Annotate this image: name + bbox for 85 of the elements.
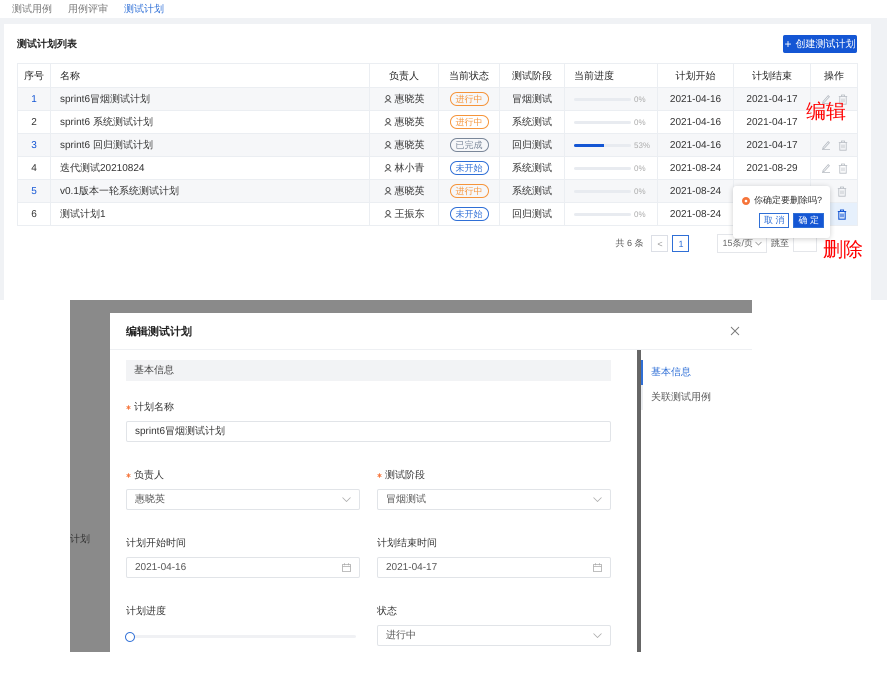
table-cell: 2021-08-24 — [658, 180, 734, 202]
field-label: 计划名称 — [134, 400, 174, 414]
table-cell: sprint6冒烟测试计划 — [50, 88, 370, 110]
field-label: 测试阶段 — [385, 468, 425, 482]
column-header: 名称 — [50, 64, 370, 88]
nav-tab[interactable]: 测试计划 — [118, 2, 170, 16]
section-header: 基本信息 — [126, 360, 611, 381]
input-field[interactable]: sprint6冒烟测试计划 — [126, 421, 611, 442]
confirm-button[interactable]: 确 定 — [793, 213, 824, 228]
nav-tab[interactable]: 测试用例 — [6, 2, 58, 16]
user-icon — [384, 187, 392, 195]
cancel-button[interactable]: 取 消 — [758, 213, 790, 228]
table-cell: 2021-04-16 — [658, 88, 734, 110]
owner-name: 惠晓英 — [394, 92, 424, 106]
table-cell: 2021-04-17 — [734, 134, 810, 156]
list-title: 测试计划列表 — [17, 38, 77, 50]
progress-reading: 0% — [634, 118, 646, 126]
jump-label: 跳至 — [771, 237, 789, 250]
owner-name: 惠晓英 — [394, 138, 424, 152]
table-cell: 5 — [18, 180, 50, 202]
field-label: 计划进度 — [126, 604, 166, 618]
status-tag: 进行中 — [450, 184, 488, 198]
table-cell: v0.1版本一轮系统测试计划 — [50, 180, 370, 202]
user-icon — [384, 95, 392, 103]
warning-icon — [742, 196, 750, 204]
nav-tab[interactable]: 用例评审 — [62, 2, 114, 16]
progress-reading: 0% — [634, 94, 646, 104]
status-tag: 未开始 — [450, 161, 488, 175]
backdrop-text: 计划 — [70, 532, 90, 546]
owner-name: 林小青 — [394, 162, 424, 175]
table-cell: 2021-04-16 — [658, 134, 734, 156]
edit-icon[interactable] — [820, 140, 830, 150]
anchor-link[interactable]: 基本信息 — [641, 360, 711, 385]
status-tag: 进行中 — [450, 115, 488, 129]
table-cell: 回归测试 — [500, 202, 564, 226]
progress-bar — [574, 144, 631, 146]
owner-name: 王振东 — [394, 208, 424, 221]
anchor-link[interactable]: 关联测试用例 — [641, 385, 711, 410]
owner-name: 惠晓英 — [394, 116, 424, 129]
select-field[interactable]: 惠晓英 — [126, 489, 360, 510]
user-icon — [384, 164, 392, 172]
table-cell: 回归测试 — [500, 134, 564, 156]
user-icon — [384, 118, 392, 126]
field-label: 计划结束时间 — [377, 536, 437, 550]
calendar-icon — [342, 563, 351, 572]
select-field[interactable]: 进行中 — [377, 625, 611, 646]
slider-handle[interactable] — [125, 632, 135, 642]
close-icon[interactable] — [730, 326, 740, 336]
status-tag: 已完成 — [450, 138, 488, 152]
select-field[interactable]: 冒烟测试 — [377, 489, 611, 510]
progress-reading: 53% — [634, 140, 650, 150]
progress-reading: 0% — [634, 186, 646, 196]
owner-name: 惠晓英 — [394, 184, 424, 198]
column-header: 序号 — [18, 64, 50, 88]
total-count: 共 6 条 — [615, 237, 644, 250]
delete-icon[interactable] — [837, 208, 847, 220]
calendar-icon — [593, 563, 602, 572]
confirm-message: 你确定要删除吗? — [754, 194, 822, 207]
caret-icon — [593, 497, 602, 502]
annotation-label: 删除 — [823, 239, 863, 261]
page-button[interactable]: 1 — [672, 235, 690, 252]
user-icon — [384, 141, 392, 149]
table-cell: 3 — [18, 134, 50, 156]
dialog-title: 编辑测试计划 — [126, 324, 192, 338]
table-cell: 测试计划1 — [50, 202, 370, 226]
user-icon — [384, 210, 392, 218]
date-field[interactable]: 2021-04-16 — [126, 557, 360, 578]
date-field[interactable]: 2021-04-17 — [377, 557, 611, 578]
table-cell: sprint6 回归测试计划 — [50, 134, 370, 156]
create-button[interactable]: + 创建测试计划 — [783, 34, 857, 52]
field-label: 负责人 — [134, 468, 164, 482]
progress-reading: 0% — [634, 164, 646, 172]
table-cell: 6 — [18, 202, 50, 226]
table-cell: 1 — [18, 88, 50, 110]
status-tag: 进行中 — [450, 92, 488, 106]
field-label: 状态 — [377, 604, 397, 618]
field-label: 计划开始时间 — [126, 536, 186, 550]
table-cell: 系统测试 — [500, 180, 564, 202]
status-tag: 未开始 — [450, 207, 488, 221]
caret-icon — [593, 633, 602, 638]
progress-reading: 0% — [634, 210, 646, 218]
caret-icon — [342, 497, 351, 502]
edit-icon[interactable] — [820, 163, 830, 173]
table-cell: 冒烟测试 — [500, 88, 564, 110]
caret-icon — [755, 241, 762, 246]
